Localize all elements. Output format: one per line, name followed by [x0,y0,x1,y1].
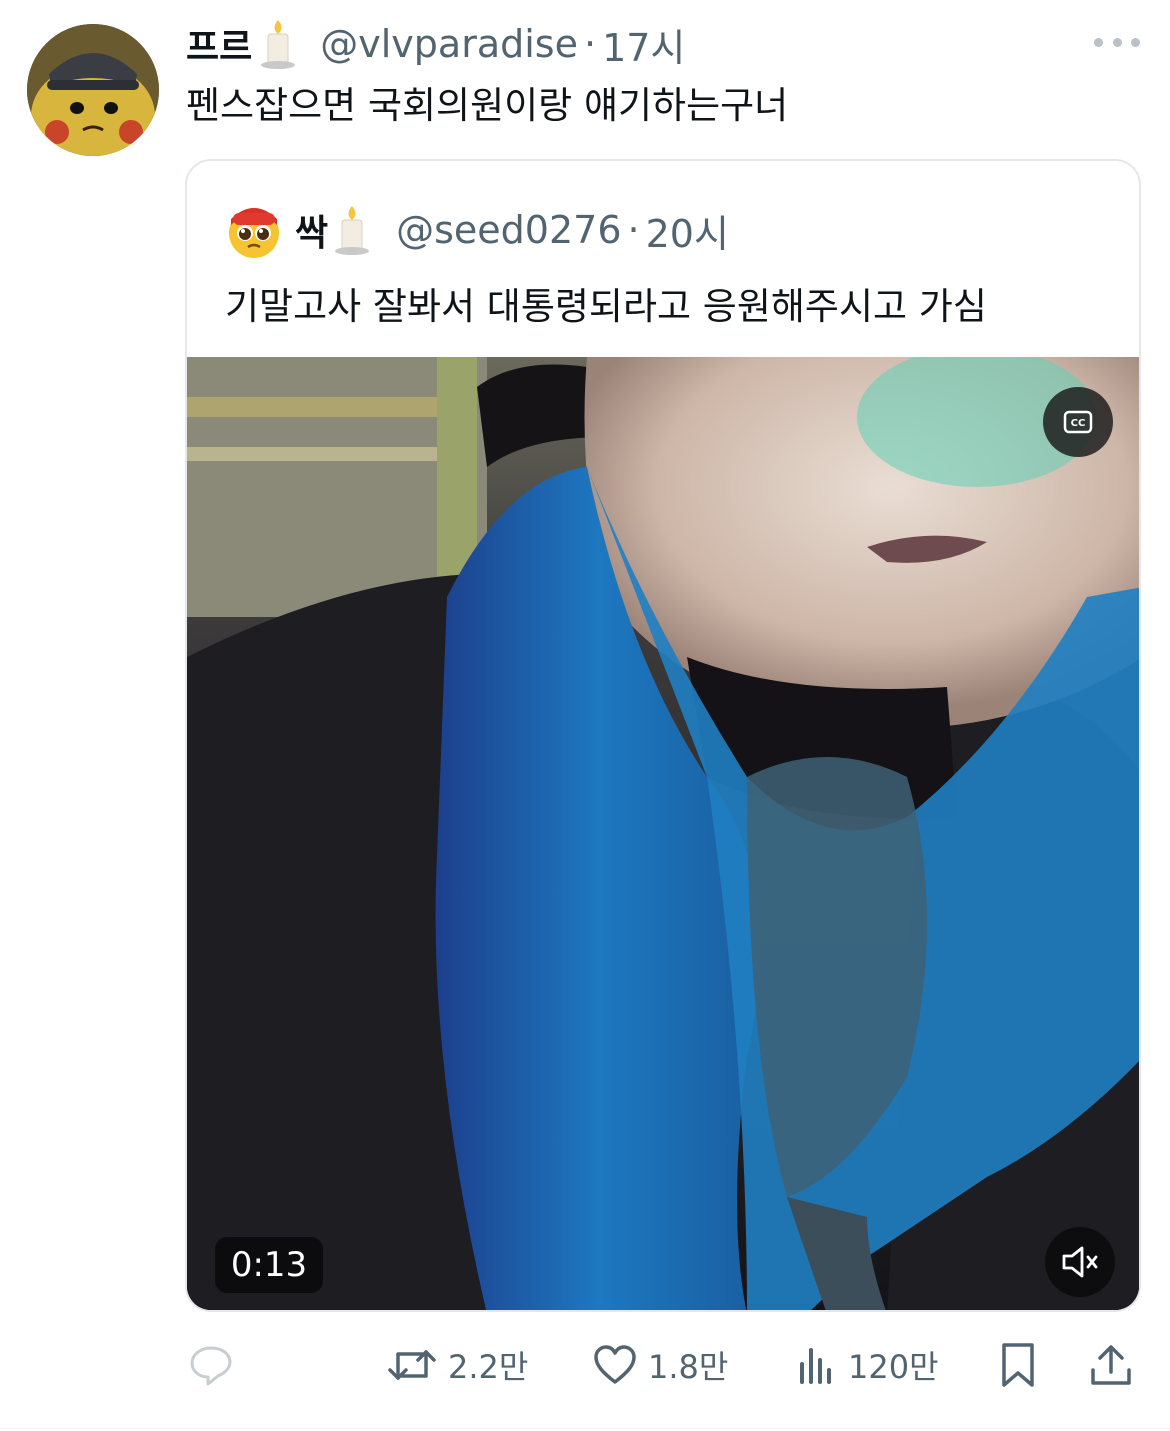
tweet-header: 프르 @vlvparadise · 17시 [186,16,685,72]
quoted-tweet-header: 싹 @seed0276 · 20시 [295,201,729,259]
closed-captions-icon[interactable]: CC [1043,387,1113,457]
author-handle[interactable]: @vlvparadise [320,22,578,66]
pleading-face-icon[interactable] [225,201,283,259]
muted-speaker-icon[interactable] [1045,1227,1115,1297]
bookmark-icon [1002,1343,1034,1387]
separator-dot: · [627,208,640,252]
tweet-time[interactable]: 17시 [602,17,685,72]
pikachu-avatar-icon [27,24,159,156]
quoted-tweet-card[interactable]: 싹 @seed0276 · 20시 기말고사 잘봐서 대통령되라고 응원해주시고… [185,159,1141,1312]
quoted-tweet-time[interactable]: 20시 [646,203,729,258]
separator-dot: · [583,22,597,66]
quoted-author-display-name[interactable]: 싹 [295,204,328,256]
views-chart-icon [800,1348,831,1384]
tweet-text: 펜스잡으면 국회의원이랑 얘기하는구너 [186,84,789,127]
author-display-name[interactable]: 프르 [186,18,252,70]
retweet-icon [388,1350,436,1380]
like-button[interactable]: 1.8만 [592,1330,728,1400]
more-dot [1094,37,1103,47]
tweet-action-bar: 2.2만 1.8만 120만 [0,1330,1170,1400]
share-button[interactable] [1088,1330,1134,1400]
candle-icon [332,204,372,256]
bookmark-button[interactable] [998,1330,1038,1400]
divider [0,1428,1170,1429]
retweet-button[interactable]: 2.2만 [386,1330,528,1400]
video-frame-image [187,357,1139,1310]
more-dot [1112,37,1122,47]
reply-button[interactable] [188,1330,234,1400]
author-avatar[interactable] [27,24,159,156]
more-dot [1131,37,1140,47]
more-options-icon[interactable] [1094,34,1140,50]
share-icon [1091,1345,1131,1385]
video-duration: 0:13 [215,1237,323,1293]
svg-text:CC: CC [1071,418,1086,429]
retweet-count: 2.2만 [448,1348,529,1386]
video-player[interactable]: CC 0:13 [187,357,1139,1310]
like-count: 1.8만 [648,1348,729,1386]
reply-icon [190,1346,232,1386]
views-count: 120만 [848,1348,939,1386]
quoted-author-handle[interactable]: @seed0276 [396,208,621,252]
views-button[interactable]: 120만 [796,1330,939,1400]
heart-icon [594,1345,636,1384]
quoted-tweet-text: 기말고사 잘봐서 대통령되라고 응원해주시고 가심 [225,285,987,328]
candle-icon [258,18,298,70]
